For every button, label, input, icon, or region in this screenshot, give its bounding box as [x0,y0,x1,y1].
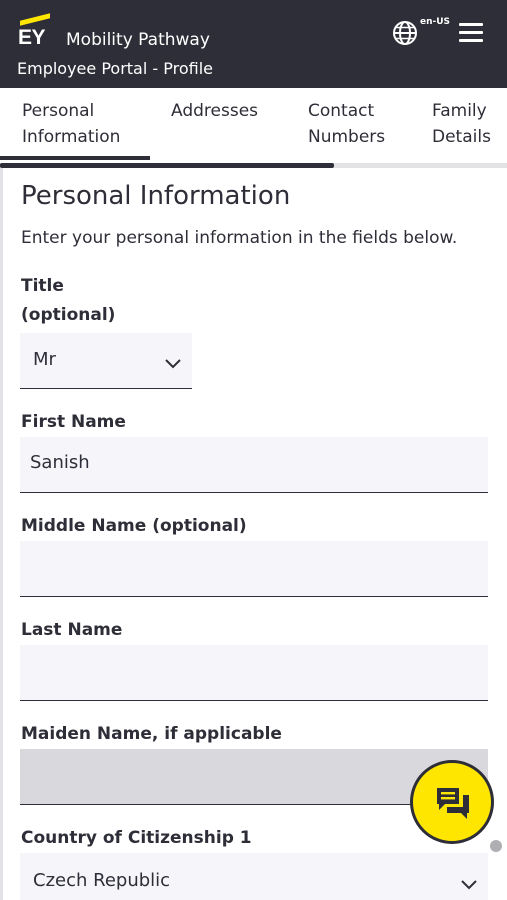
menu-line [459,31,483,34]
section-title: Personal Information [21,181,291,211]
maiden-name-label: Maiden Name, if applicable [21,724,282,744]
chat-bubbles-icon [437,788,469,819]
tab-label: Numbers [308,127,386,147]
locale-label[interactable]: en-US [420,17,450,27]
title-optional-line: (optional) [21,305,116,325]
tab-addresses[interactable]: Addresses [171,98,258,124]
tab-label: Information [22,127,121,147]
title-select-value: Mr [33,349,56,370]
logo-text: EY [18,26,46,49]
menu-line [459,39,483,42]
chevron-down-icon [461,880,477,890]
tab-personal-information[interactable]: Personal Information [22,98,120,150]
first-name-field[interactable]: Sanish [20,437,488,493]
tab-label: Details [432,127,491,147]
last-name-field[interactable] [20,645,488,701]
title-label: Title (optional) [21,272,115,330]
app-name: Mobility Pathway [66,30,210,50]
middle-name-label: Middle Name (optional) [21,516,247,536]
middle-name-field[interactable] [20,541,488,597]
scroll-indicator [490,840,502,852]
active-tab-indicator [0,156,150,160]
chat-button[interactable] [410,760,494,844]
citizenship-1-select[interactable]: Czech Republic [20,853,488,900]
tab-label: Personal [22,101,95,121]
profile-tabs: Personal Information Addresses Contact N… [0,88,507,168]
tab-label: Addresses [171,101,259,121]
hamburger-menu-icon[interactable] [459,23,483,43]
tab-label: Contact [308,101,375,121]
last-name-label: Last Name [21,620,123,640]
tab-label: Family [432,101,487,121]
citizenship-1-label: Country of Citizenship 1 [21,828,252,848]
tab-contact-numbers[interactable]: Contact Numbers [308,98,385,150]
chevron-down-icon [165,359,181,369]
menu-line [459,23,483,26]
tab-family-details[interactable]: Family Details [432,98,491,150]
citizenship-1-value: Czech Republic [33,870,171,891]
title-select[interactable]: Mr [20,333,192,389]
title-label-line: Title [21,276,64,296]
logo-beam [20,13,50,26]
first-name-value: Sanish [30,452,90,473]
app-header: EY Mobility Pathway Employee Portal - Pr… [0,0,507,88]
globe-icon[interactable] [392,20,418,46]
page-subtitle: Employee Portal - Profile [17,59,213,78]
section-intro: Enter your personal information in the f… [21,228,458,248]
first-name-label: First Name [21,412,126,432]
ey-logo[interactable]: EY [18,13,54,49]
